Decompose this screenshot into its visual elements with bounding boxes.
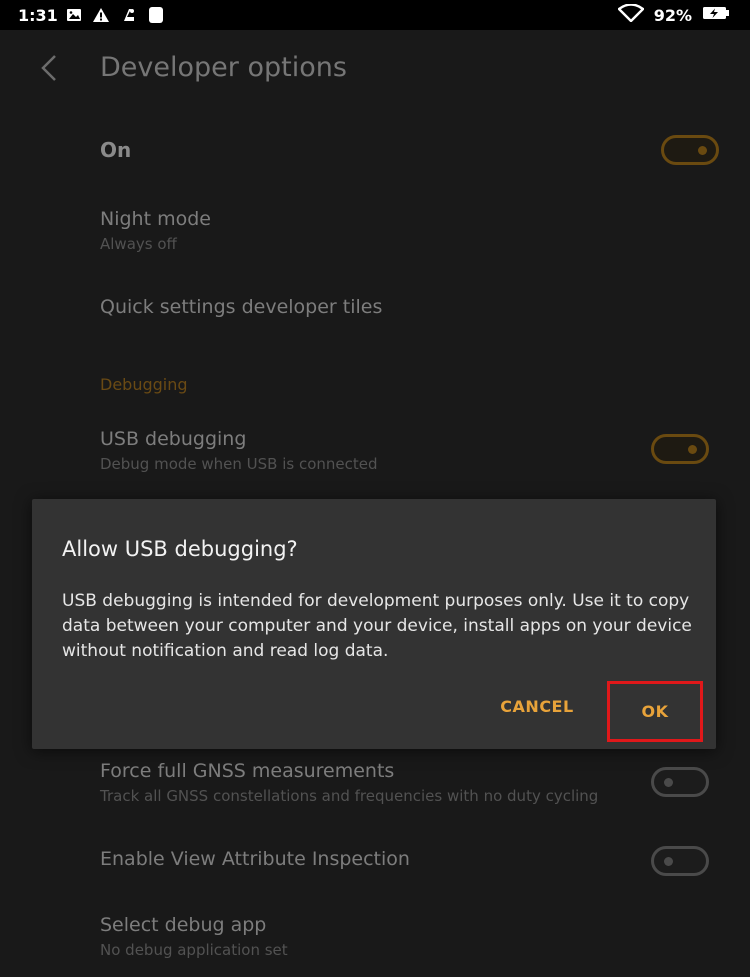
app-bar: Developer options [0, 30, 750, 110]
usb-debugging-title: USB debugging [100, 428, 247, 450]
status-bar: 1:31 92% [0, 0, 750, 30]
warning-icon [92, 7, 110, 23]
chevron-left-icon [39, 53, 59, 87]
battery-percent: 92% [653, 5, 692, 25]
debug-app-row[interactable]: Select debug app No debug application se… [0, 906, 750, 970]
usb-debugging-row[interactable]: USB debugging Debug mode when USB is con… [0, 420, 750, 484]
status-time: 1:31 [18, 6, 58, 25]
back-button[interactable] [32, 52, 66, 88]
gnss-subtitle: Track all GNSS constellations and freque… [100, 787, 599, 805]
gnss-title: Force full GNSS measurements [100, 760, 395, 782]
quick-tiles-title: Quick settings developer tiles [100, 296, 383, 318]
debug-app-title: Select debug app [100, 914, 267, 936]
section-header-debugging: Debugging [100, 375, 188, 394]
master-switch-row[interactable]: On [0, 120, 750, 180]
night-mode-title: Night mode [100, 208, 211, 230]
battery-charging-icon [702, 5, 730, 25]
notification-icons [66, 6, 164, 24]
night-mode-row[interactable]: Night mode Always off [0, 200, 750, 264]
view-attribute-title: Enable View Attribute Inspection [100, 848, 410, 870]
master-switch-label: On [100, 138, 132, 162]
page-title: Developer options [100, 52, 347, 83]
dialog-message: USB debugging is intended for developmen… [62, 591, 692, 661]
status-right: 92% [617, 3, 730, 26]
usb-debugging-toggle[interactable] [651, 434, 709, 464]
ok-button[interactable]: OK [607, 681, 703, 742]
notification-icon [148, 6, 164, 24]
view-attribute-toggle[interactable] [651, 846, 709, 876]
quick-tiles-row[interactable]: Quick settings developer tiles [0, 288, 750, 332]
toggle-knob [698, 146, 707, 155]
toggle-knob [664, 778, 673, 787]
toggle-knob [688, 445, 697, 454]
usb-debugging-subtitle: Debug mode when USB is connected [100, 455, 378, 473]
gnss-row[interactable]: Force full GNSS measurements Track all G… [0, 752, 750, 816]
view-attribute-row[interactable]: Enable View Attribute Inspection [0, 840, 750, 884]
gnss-toggle[interactable] [651, 767, 709, 797]
usb-debugging-dialog: Allow USB debugging? USB debugging is in… [32, 499, 716, 749]
wifi-icon [617, 3, 644, 26]
usb-debug-icon [120, 6, 138, 24]
image-icon [66, 7, 82, 23]
debug-app-subtitle: No debug application set [100, 941, 288, 959]
night-mode-subtitle: Always off [100, 235, 177, 253]
cancel-button[interactable]: CANCEL [497, 697, 577, 716]
dialog-title: Allow USB debugging? [62, 537, 298, 561]
master-toggle[interactable] [661, 135, 719, 165]
toggle-knob [664, 857, 673, 866]
ok-button-label: OK [641, 702, 669, 721]
